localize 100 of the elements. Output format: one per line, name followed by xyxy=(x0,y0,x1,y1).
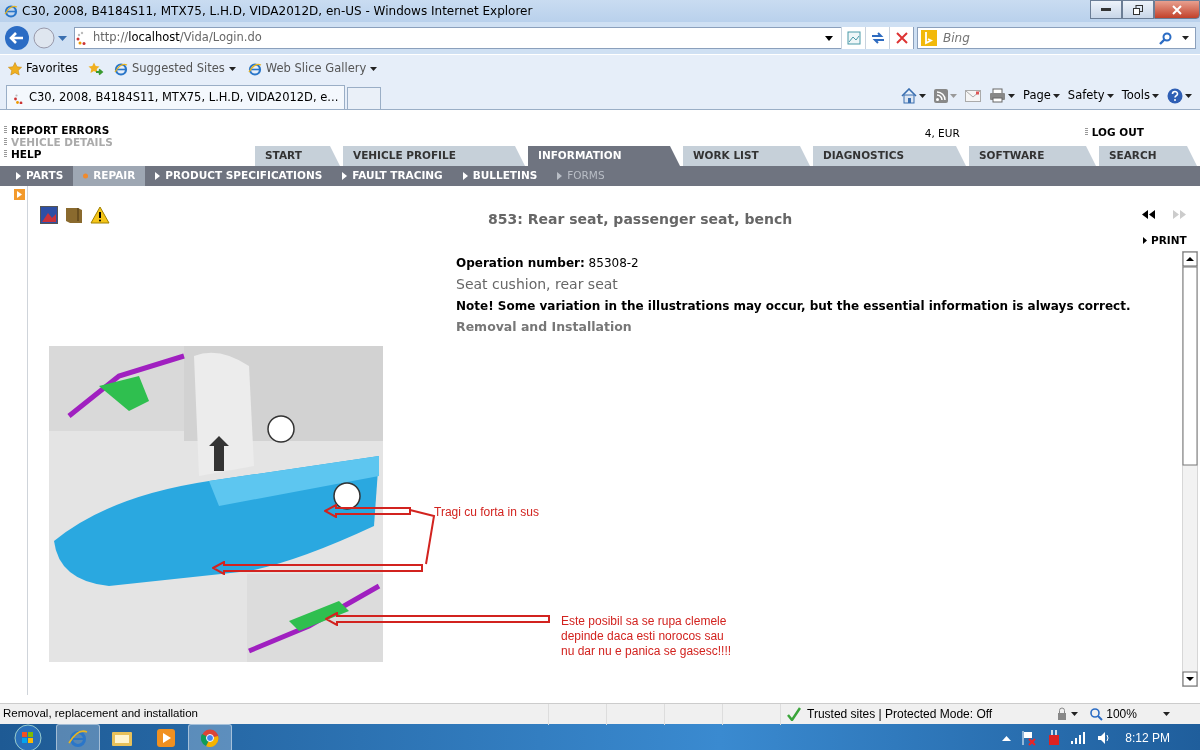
home-button[interactable] xyxy=(901,87,926,104)
print-button[interactable] xyxy=(989,88,1015,103)
browser-icon xyxy=(247,61,262,76)
section-subtitle: Seat cushion, rear seat xyxy=(456,275,618,294)
triangle-icon xyxy=(462,172,468,180)
flag-icon[interactable] xyxy=(1021,730,1038,746)
help-button[interactable] xyxy=(1167,87,1192,104)
search-icon[interactable] xyxy=(1159,31,1172,45)
annotation-text: Este posibil sa se rupa clemele depinde daca esti norocos sau nu dar nu e panica se gasesc!!!! xyxy=(561,614,732,659)
caret-icon xyxy=(1071,712,1079,716)
bullet-icon xyxy=(83,172,89,180)
add-to-favorites-icon[interactable] xyxy=(87,61,104,76)
favorites-link[interactable]: Suggested Sites xyxy=(111,59,238,78)
scrollbar[interactable] xyxy=(1182,251,1198,687)
help-icon xyxy=(1167,87,1183,104)
nav-tab[interactable]: SEARCH xyxy=(1099,146,1197,166)
expand-marker-icon[interactable] xyxy=(14,189,25,200)
favorites-link[interactable]: Web Slice Gallery xyxy=(245,59,380,78)
nav-tab[interactable]: SOFTWARE xyxy=(969,146,1096,166)
nav-tab[interactable]: DIAGNOSTICS xyxy=(813,146,966,166)
caret-icon xyxy=(1152,93,1159,98)
back-button[interactable] xyxy=(4,25,30,51)
zoom-button[interactable]: 100% xyxy=(1084,705,1143,723)
browser-tab[interactable]: C30, 2008, B4184S11, MTX75, L.H.D, VIDA2012D, e... xyxy=(6,85,346,109)
restore-icon xyxy=(1133,4,1143,15)
favorites-button[interactable]: Favorites xyxy=(6,59,80,78)
checkmark-icon xyxy=(787,707,801,721)
triangle-icon xyxy=(1143,237,1147,245)
restore-button[interactable] xyxy=(1122,0,1154,19)
compatibility-icon xyxy=(846,31,861,45)
user-info: 4, EUR xyxy=(924,126,960,141)
browser-icon xyxy=(4,4,18,18)
caret-icon[interactable] xyxy=(1162,712,1170,716)
mail-icon[interactable] xyxy=(965,89,981,102)
show-hidden-icon[interactable] xyxy=(1002,735,1012,741)
grip-icon xyxy=(1084,128,1088,136)
document-title: 853: Rear seat, passenger seat, bench xyxy=(488,210,793,229)
address-field[interactable]: http://localhost/Vida/Login.do xyxy=(74,27,914,49)
caret-icon xyxy=(950,93,957,98)
nav-tab[interactable]: VEHICLE PROFILE xyxy=(343,146,525,166)
stop-button[interactable] xyxy=(889,27,913,49)
warning-icon[interactable] xyxy=(90,206,110,224)
triangle-icon xyxy=(16,172,21,180)
triangle-icon xyxy=(557,172,563,180)
refresh-button[interactable] xyxy=(865,27,889,49)
caret-icon xyxy=(919,93,926,98)
feed-icon xyxy=(934,88,948,103)
status-text: Removal, replacement and installation xyxy=(2,706,199,722)
media-player-icon xyxy=(157,729,175,747)
caret-icon xyxy=(1106,93,1114,98)
search-box[interactable]: Bing xyxy=(917,27,1196,49)
nav-tab[interactable]: INFORMATION xyxy=(528,146,680,166)
caret-icon xyxy=(1052,93,1060,98)
triangle-icon xyxy=(155,172,161,180)
web-browser-icon xyxy=(201,729,219,747)
subnav-link[interactable]: BULLETINS xyxy=(452,166,548,186)
caret-icon[interactable] xyxy=(1182,36,1189,40)
browser-icon xyxy=(113,61,128,76)
nav-tab[interactable]: START xyxy=(255,146,340,166)
security-zone-text: Trusted sites | Protected Mode: Off xyxy=(807,706,993,723)
printer-icon xyxy=(989,88,1006,103)
minimize-icon xyxy=(1101,8,1111,11)
search-engine-logo-icon xyxy=(921,30,937,46)
book-icon[interactable] xyxy=(64,206,84,224)
header-link[interactable]: HELP xyxy=(4,148,113,160)
previous-icon[interactable] xyxy=(1142,210,1155,219)
window-title: C30, 2008, B4184S11, MTX75, L.H.D, VIDA2012D, en-US - Windows Internet Explorer xyxy=(22,3,533,20)
command-menu[interactable]: Tools xyxy=(1121,86,1159,105)
volume-icon[interactable] xyxy=(1097,731,1112,745)
dropdown-arrow-icon[interactable] xyxy=(825,35,833,41)
section-heading: Removal and Installation xyxy=(456,318,632,336)
power-icon[interactable] xyxy=(1047,730,1062,746)
clock: 8:12 PM xyxy=(1125,730,1170,747)
loading-icon xyxy=(13,91,25,104)
command-menu[interactable]: Safety xyxy=(1067,86,1114,105)
feeds-button[interactable] xyxy=(934,88,957,103)
zoom-icon xyxy=(1090,707,1104,721)
minimize-button[interactable] xyxy=(1090,0,1122,19)
subnav-link[interactable]: FAULT TRACING xyxy=(332,166,453,186)
subnav-link[interactable]: PARTS xyxy=(6,166,74,186)
caret-icon xyxy=(1008,93,1015,98)
subnav-link[interactable]: PRODUCT SPECIFICATIONS xyxy=(145,166,333,186)
refresh-icon xyxy=(869,31,886,45)
note-text: Note! Some variation in the illustrations may occur, but the essential information is always correct. xyxy=(456,298,1131,315)
annotation-text: Tragi cu forta in sus xyxy=(434,505,539,520)
operation-number: Operation number: 85308-2 xyxy=(456,255,639,272)
folder-icon xyxy=(112,730,132,746)
caret-icon xyxy=(370,66,378,71)
start-orb-icon xyxy=(14,724,42,750)
triangle-icon xyxy=(342,172,348,180)
logout-link[interactable]: LOG OUT xyxy=(1084,126,1144,138)
header-link[interactable]: REPORT ERRORS xyxy=(4,124,113,136)
command-menu[interactable]: Page xyxy=(1023,86,1060,105)
browser-icon xyxy=(68,728,88,748)
home-icon xyxy=(901,87,917,104)
nav-tab[interactable]: WORK LIST xyxy=(683,146,810,166)
stop-icon xyxy=(895,32,908,44)
signal-icon[interactable] xyxy=(1071,732,1088,744)
print-link[interactable]: PRINT xyxy=(1143,233,1187,249)
close-button[interactable] xyxy=(1154,0,1200,19)
